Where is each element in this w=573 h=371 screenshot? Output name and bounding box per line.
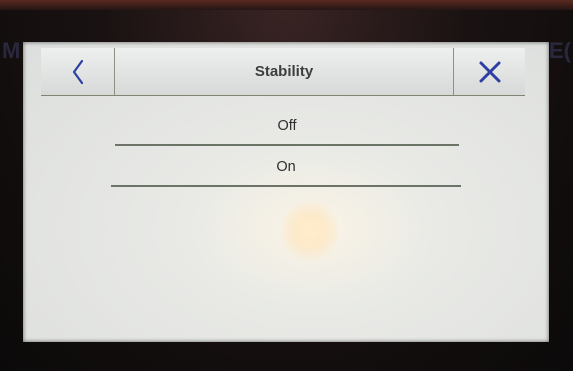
close-button[interactable]	[453, 48, 525, 95]
chevron-left-icon	[72, 59, 83, 84]
close-icon	[479, 61, 500, 82]
back-button[interactable]	[41, 48, 115, 95]
header-bar: Stability	[41, 48, 525, 96]
option-off[interactable]: Off	[115, 108, 459, 146]
background-glyph-right: E(	[549, 38, 571, 63]
option-on[interactable]: On	[111, 149, 461, 187]
touchscreen: Stability Off On	[23, 42, 549, 342]
screen-glare	[281, 200, 339, 262]
page-title: Stability	[254, 63, 314, 80]
background-glyph-left: M	[2, 38, 21, 63]
device-top-edge	[0, 0, 573, 10]
